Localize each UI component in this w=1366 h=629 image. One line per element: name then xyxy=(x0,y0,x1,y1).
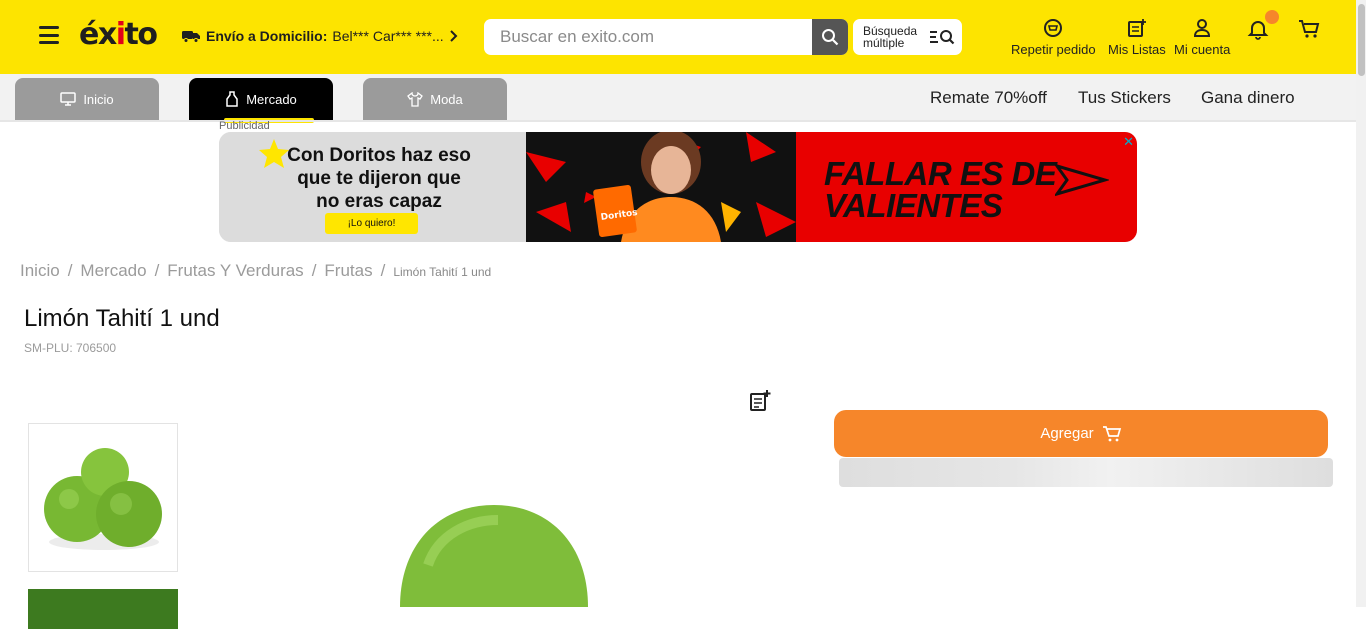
repeat-order-label: Repetir pedido xyxy=(1011,42,1096,57)
ad-slogan: FALLAR ES DE VALIENTES xyxy=(824,155,1057,224)
search-input[interactable]: Buscar en exito.com xyxy=(500,27,654,47)
page-scrollbar[interactable] xyxy=(1356,0,1366,607)
breadcrumb-frutas-verduras[interactable]: Frutas Y Verduras xyxy=(167,261,303,281)
lime-image xyxy=(44,448,162,550)
notification-badge xyxy=(1265,10,1279,24)
search-icon xyxy=(822,29,839,46)
truck-icon xyxy=(182,31,200,43)
link-stickers[interactable]: Tus Stickers xyxy=(1078,88,1171,108)
nav-divider xyxy=(0,120,1366,122)
cart-icon xyxy=(1102,425,1121,441)
ad-cta-button[interactable]: ¡Lo quiero! xyxy=(325,213,418,234)
cart-button[interactable] xyxy=(1298,18,1320,40)
my-account-label: Mi cuenta xyxy=(1174,42,1231,57)
product-title: Limón Tahití 1 und xyxy=(24,305,220,332)
repeat-cart-icon xyxy=(1044,19,1063,37)
tab-moda[interactable]: Moda xyxy=(363,78,507,120)
delivery-selector[interactable]: Envío a Domicilio: Bel*** Car*** ***... xyxy=(181,28,459,44)
tab-inicio[interactable]: Inicio xyxy=(15,78,159,120)
tab-mercado-label: Mercado xyxy=(246,91,297,107)
add-to-cart-button[interactable]: Agregar xyxy=(834,410,1328,457)
repeat-order-button[interactable]: Repetir pedido xyxy=(1011,18,1096,57)
top-header: éxito Envío a Domicilio: Bel*** Car*** *… xyxy=(0,0,1366,74)
search-button[interactable] xyxy=(812,19,848,55)
tab-moda-label: Moda xyxy=(430,91,463,107)
multi-search-button[interactable]: Búsqueda múltiple xyxy=(853,19,962,55)
ad-label: Publicidad xyxy=(219,120,270,132)
multi-search-label-2: múltiple xyxy=(863,36,905,50)
category-nav: Inicio Mercado Moda Remate 70%off Tus St… xyxy=(0,74,1366,123)
tab-mercado[interactable]: Mercado xyxy=(189,78,333,123)
ad-photo-area: Doritos xyxy=(526,132,796,242)
delivery-label: Envío a Domicilio: xyxy=(206,28,328,44)
breadcrumb-mercado[interactable]: Mercado xyxy=(80,261,146,281)
monitor-icon xyxy=(60,92,77,106)
link-gana-dinero[interactable]: Gana dinero xyxy=(1201,88,1295,108)
loading-skeleton xyxy=(839,458,1333,487)
search-bar[interactable]: Buscar en exito.com xyxy=(484,19,848,55)
ad-close-icon[interactable]: ✕ xyxy=(1123,134,1134,150)
doritos-ad-banner[interactable]: Con Doritos haz eso que te dijeron que n… xyxy=(219,132,1137,242)
ad-copy-line1: Con Doritos haz eso xyxy=(287,145,471,166)
ad-copy-line3: no eras capaz xyxy=(316,191,442,212)
my-account-button[interactable]: Mi cuenta xyxy=(1174,18,1230,57)
my-lists-label: Mis Listas xyxy=(1108,42,1166,57)
product-thumbnail-1[interactable] xyxy=(28,423,178,572)
ad-slogan-line1: FALLAR ES DE xyxy=(824,155,1057,192)
add-to-cart-label: Agregar xyxy=(1040,425,1094,442)
breadcrumb-frutas[interactable]: Frutas xyxy=(324,261,372,281)
menu-icon[interactable] xyxy=(39,26,59,44)
product-plu: SM-PLU: 706500 xyxy=(24,341,117,355)
bottle-icon xyxy=(226,91,238,107)
my-lists-button[interactable]: Mis Listas xyxy=(1108,18,1166,57)
add-to-list-icon[interactable] xyxy=(748,389,772,413)
product-thumbnail-2[interactable] xyxy=(28,589,178,629)
arrow-icon xyxy=(1055,163,1109,197)
list-add-icon xyxy=(1127,19,1146,37)
breadcrumb: Inicio / Mercado / Frutas Y Verduras / F… xyxy=(20,261,492,281)
user-icon xyxy=(1194,19,1211,37)
tab-inicio-label: Inicio xyxy=(83,91,114,107)
ad-copy-line2: que te dijeron que xyxy=(297,168,461,189)
product-main-image xyxy=(400,505,588,607)
breadcrumb-inicio[interactable]: Inicio xyxy=(20,261,60,281)
shirt-icon xyxy=(407,91,424,107)
breadcrumb-current: Limón Tahití 1 und xyxy=(393,265,492,279)
list-search-icon xyxy=(930,30,955,45)
ad-person-illustration: Doritos xyxy=(526,132,796,242)
delivery-address: Bel*** Car*** ***... xyxy=(332,28,444,44)
ad-slogan-line2: VALIENTES xyxy=(824,187,1003,224)
link-remate[interactable]: Remate 70%off xyxy=(930,88,1047,108)
exito-logo[interactable]: éxito xyxy=(79,17,158,52)
cart-icon xyxy=(1299,20,1320,38)
chevron-right-icon xyxy=(449,30,458,42)
